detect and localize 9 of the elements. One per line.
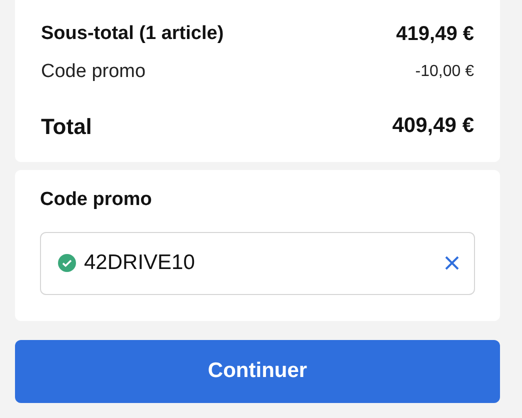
promo-code-field[interactable]: 42DRIVE10 [40,232,475,294]
row-amount: 419,49 € [396,22,474,47]
continue-button[interactable]: Continuer [15,340,500,402]
row-label: Total [41,112,92,140]
row-amount: 409,49 € [392,113,474,140]
row-label: Code promo [41,60,146,84]
row-label: Sous-total (1 article) [41,22,224,46]
promo-title: Code promo [40,188,153,212]
row-amount: -10,00 € [415,62,474,82]
